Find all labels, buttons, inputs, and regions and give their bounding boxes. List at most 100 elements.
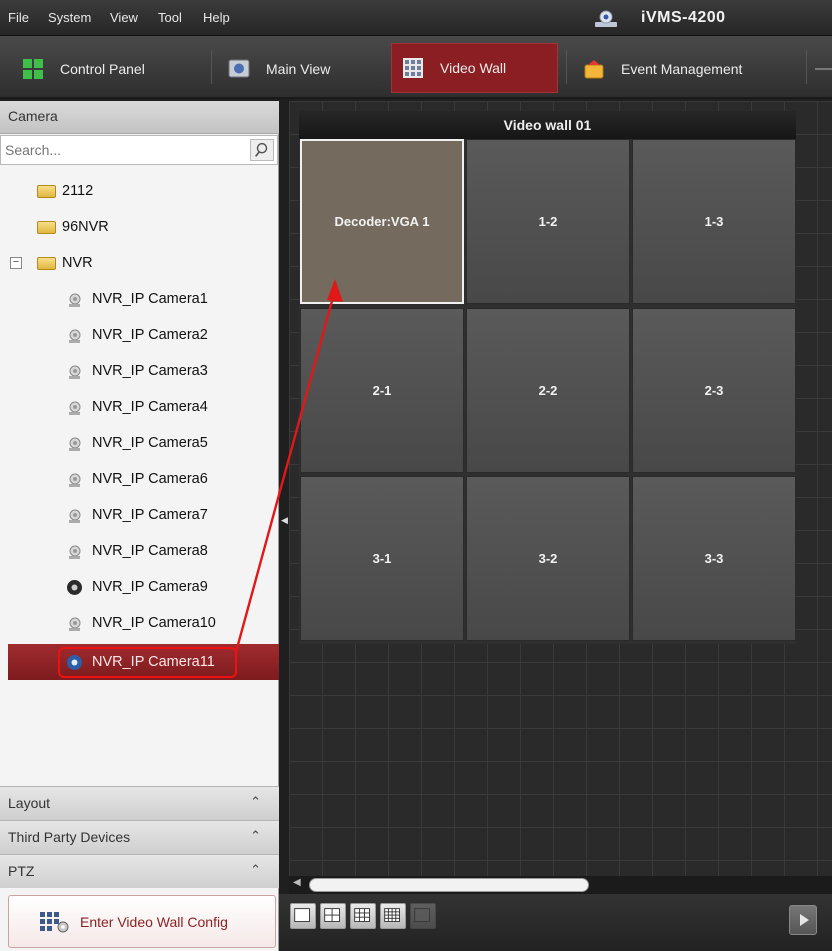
folder-icon	[37, 256, 56, 270]
menu-bar: File System View Tool Help iVMS-4200	[0, 0, 832, 36]
tree-camera[interactable]: NVR_IP Camera4	[66, 389, 208, 425]
tree-camera[interactable]: NVR_IP Camera7	[66, 497, 208, 533]
tree-camera[interactable]: NVR_IP Camera1	[66, 281, 208, 317]
accordion-ptz[interactable]: PTZ ⌃	[0, 854, 279, 888]
tree-folder-2112[interactable]: 2112	[37, 173, 93, 209]
tree-camera-selected[interactable]: NVR_IP Camera11	[66, 644, 215, 680]
accordion-label: PTZ	[8, 863, 35, 879]
tab-event-management-label: Event Management	[621, 61, 743, 77]
tree-camera[interactable]: NVR_IP Camera6	[66, 461, 208, 497]
enter-video-wall-config-label: Enter Video Wall Config	[80, 913, 228, 930]
wall-cell-decoder-vga-1[interactable]: Decoder:VGA 1	[300, 139, 464, 304]
camera-online-icon	[67, 654, 82, 670]
tree-item-label: NVR_IP Camera2	[92, 327, 208, 343]
tree-camera[interactable]: NVR_IP Camera5	[66, 425, 208, 461]
menu-help[interactable]: Help	[203, 10, 230, 25]
search-button[interactable]	[250, 139, 274, 161]
video-wall-config-icon	[40, 911, 69, 932]
tree-item-label: NVR_IP Camera8	[92, 543, 208, 559]
wall-cell-3-2[interactable]: 3-2	[466, 476, 630, 641]
tab-control-panel[interactable]: Control Panel	[22, 49, 145, 89]
layout-custom-button[interactable]	[410, 903, 436, 929]
more-tabs-icon[interactable]	[815, 65, 832, 73]
video-wall: Video wall 01 Decoder:VGA 1 1-2 1-3 2-1 …	[299, 111, 796, 644]
tree-folder-nvr[interactable]: NVR	[37, 245, 93, 281]
layout-3x3-button[interactable]	[350, 903, 376, 929]
collapse-panel-handle[interactable]: ◀	[281, 515, 288, 545]
folder-icon	[37, 184, 56, 198]
tree-item-label: NVR_IP Camera3	[92, 363, 208, 379]
menu-file[interactable]: File	[8, 10, 29, 25]
tree-item-label: 2112	[62, 183, 94, 199]
camera-offline-icon	[69, 329, 81, 343]
tree-camera[interactable]: NVR_IP Camera2	[66, 317, 208, 353]
wall-cell-3-3[interactable]: 3-3	[632, 476, 796, 641]
camera-offline-icon	[69, 473, 81, 487]
layout-4x4-icon	[384, 908, 400, 922]
tab-video-wall-label: Video Wall	[440, 60, 507, 76]
layout-1x1-icon	[294, 908, 310, 922]
module-toolbar: Control Panel Main View Video Wall Event…	[0, 36, 832, 99]
chevron-up-icon: ⌃	[250, 828, 261, 843]
layout-4x4-button[interactable]	[380, 903, 406, 929]
camera-panel: Camera 2112 96NVR − NVR NVR_IP Camera1 N…	[0, 101, 279, 951]
scroll-left-icon[interactable]: ◀	[293, 877, 301, 888]
layout-3x3-icon	[354, 908, 370, 922]
camera-panel-header: Camera	[0, 101, 279, 134]
camera-offline-icon	[69, 617, 81, 631]
app-logo-icon	[595, 10, 617, 27]
tree-item-label: NVR_IP Camera9	[92, 579, 208, 595]
camera-offline-icon	[69, 365, 81, 379]
camera-offline-icon	[69, 401, 81, 415]
tab-event-management[interactable]: Event Management	[583, 49, 742, 89]
tree-folder-96nvr[interactable]: 96NVR	[37, 209, 109, 245]
tree-item-label: NVR_IP Camera5	[92, 435, 208, 451]
app-title: iVMS-4200	[641, 9, 726, 26]
chevron-up-icon: ⌃	[250, 862, 261, 877]
search-icon	[254, 142, 268, 157]
accordion-third-party-devices[interactable]: Third Party Devices ⌃	[0, 820, 279, 854]
wall-cell-2-2[interactable]: 2-2	[466, 308, 630, 473]
accordion-label: Third Party Devices	[8, 829, 131, 845]
enter-video-wall-config-button[interactable]: Enter Video Wall Config	[8, 895, 276, 948]
main-view-icon	[228, 59, 250, 78]
wall-cell-2-3[interactable]: 2-3	[632, 308, 796, 473]
bottom-toolbar	[279, 894, 832, 951]
accordion-label: Layout	[8, 795, 51, 811]
search-input[interactable]	[1, 136, 246, 164]
wall-cell-2-1[interactable]: 2-1	[300, 308, 464, 473]
camera-offline-icon	[69, 545, 81, 559]
camera-offline-icon	[69, 509, 81, 523]
tree-camera[interactable]: NVR_IP Camera8	[66, 533, 208, 569]
tree-camera[interactable]: NVR_IP Camera3	[66, 353, 208, 389]
wall-cell-1-3[interactable]: 1-3	[632, 139, 796, 304]
accordion-layout[interactable]: Layout ⌃	[0, 786, 279, 820]
chevron-up-icon: ⌃	[250, 794, 261, 809]
layout-custom-icon	[414, 908, 430, 922]
tree-camera[interactable]: NVR_IP Camera10	[66, 605, 216, 641]
collapse-toggle[interactable]: −	[10, 257, 22, 269]
menu-tool[interactable]: Tool	[158, 10, 182, 25]
horizontal-scrollbar[interactable]: ◀	[289, 876, 832, 894]
tree-item-label: NVR_IP Camera11	[92, 654, 215, 670]
camera-offline-icon	[69, 293, 81, 307]
layout-1x1-button[interactable]	[290, 903, 316, 929]
tree-item-label: NVR_IP Camera1	[92, 291, 208, 307]
tab-main-view[interactable]: Main View	[228, 49, 330, 89]
wall-cell-3-1[interactable]: 3-1	[300, 476, 464, 641]
tab-control-panel-label: Control Panel	[60, 61, 145, 77]
video-wall-icon	[403, 58, 423, 78]
control-panel-icon	[23, 59, 43, 79]
scrollbar-thumb[interactable]	[309, 878, 589, 892]
video-wall-title: Video wall 01	[299, 111, 796, 139]
wall-cell-1-2[interactable]: 1-2	[466, 139, 630, 304]
layout-2x2-button[interactable]	[320, 903, 346, 929]
menu-view[interactable]: View	[110, 10, 138, 25]
tab-video-wall[interactable]: Video Wall	[391, 43, 558, 93]
play-button[interactable]	[789, 905, 817, 935]
tab-main-view-label: Main View	[266, 61, 331, 77]
layout-2x2-icon	[324, 908, 340, 922]
menu-system[interactable]: System	[48, 10, 91, 25]
tree-camera[interactable]: NVR_IP Camera9	[66, 569, 208, 605]
tree-item-label: NVR	[62, 255, 93, 271]
